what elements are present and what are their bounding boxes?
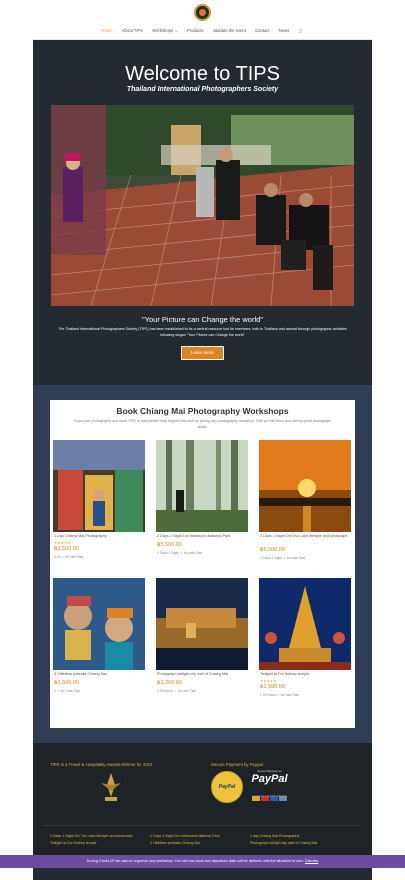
paypal-seal-icon[interactable]: PayPal: [211, 771, 243, 803]
product-name[interactable]: Twilight at Doi Suthep temple: [260, 672, 350, 677]
product-meta: 2 Days 1 Night ✓ for rate Stat: [157, 551, 202, 555]
product-card[interactable]: 3 Hilltribes portraits Chiang Mai ฿1,500…: [53, 578, 145, 704]
hero-section: Welcome to TIPS Thailand International P…: [33, 0, 372, 385]
product-price: ฿1,200.00: [157, 680, 182, 686]
product-meta: 2.00 hours ✓ for rate Stat: [157, 689, 196, 693]
product-card[interactable]: 2 Days 1 Night Doi Tao Lake lifestyle an…: [259, 440, 351, 566]
product-card[interactable]: 1 Day Chiang Mai Photography ★★★★★ ฿2,50…: [53, 440, 145, 566]
footer-links: 2 Days 1 Night Doi Tao Lake lifestyle an…: [50, 833, 360, 846]
workshops-section: Book Chiang Mai Photography Workshops If…: [33, 385, 372, 743]
hero-subtitle: Thailand International Photographers Soc…: [126, 86, 279, 93]
paypal-bottom-text: NO PAYPAL ACCOUNT NEEDED: [252, 796, 287, 798]
product-name[interactable]: 1 Day Chiang Mai Photography: [54, 534, 144, 539]
product-image[interactable]: [259, 578, 351, 670]
footer-divider: [43, 825, 362, 826]
product-image[interactable]: [53, 440, 145, 532]
footer-link[interactable]: Photograph twilight city wall of Chiang …: [250, 840, 350, 847]
learn-more-button[interactable]: Learn More: [181, 346, 224, 360]
product-name[interactable]: 2 Days 1 Night Doi Tao Lake lifestyle an…: [260, 534, 350, 539]
payment-text: Secure Payment by Paypal: [211, 762, 263, 767]
product-card[interactable]: Photograph twilight city wall of Chiang …: [156, 578, 248, 704]
product-rating: ★★★★★: [260, 679, 277, 683]
product-card[interactable]: Twilight at Doi Suthep temple ★★★★★ ฿1,5…: [259, 578, 351, 704]
product-name[interactable]: 3 Hilltribes portraits Chiang Mai: [54, 672, 144, 677]
footer-link[interactable]: Twilight at Doi Suthep temple: [50, 840, 150, 847]
product-name[interactable]: 2 Days 1 Night Doi Inthanond National Pa…: [157, 534, 247, 539]
paypal-badge[interactable]: Secure Payment by PayPal NO PAYPAL ACCOU…: [247, 769, 292, 803]
covid-notice-bar: During Covid-19 we cannot organize any w…: [0, 855, 405, 868]
product-card[interactable]: 2 Days 1 Night Doi Inthanond National Pa…: [156, 440, 248, 566]
paypal-seal-label: PayPal: [218, 784, 236, 790]
site-footer: TIPS is a Travel & Hospitality Awards Wi…: [33, 743, 372, 855]
paypal-logo: PayPal: [251, 773, 288, 785]
award-badge-icon: [95, 771, 127, 803]
product-image[interactable]: [53, 578, 145, 670]
product-meta: 2.00 hours ✓ for rate Stat: [260, 693, 299, 697]
product-name[interactable]: Photograph twilight city wall of Chiang …: [157, 672, 247, 677]
product-price: ฿2,500.00: [54, 546, 79, 552]
page-wrapper: Home About TIPS Workshops ⌄ Products Val…: [33, 0, 372, 880]
workshops-card: Book Chiang Mai Photography Workshops If…: [50, 400, 355, 728]
product-price: ฿5,500.00: [260, 547, 285, 553]
footer-link[interactable]: 3 Hilltribes portraits Chiang Mai: [150, 840, 250, 847]
product-image[interactable]: [156, 578, 248, 670]
dismiss-link[interactable]: Dismiss: [305, 859, 318, 863]
product-price: ฿5,500.00: [157, 542, 182, 548]
hero-quote: "Your Picture can Change the world": [142, 315, 263, 324]
product-meta: 3 ✓ for Care Stat: [54, 689, 80, 693]
product-image[interactable]: [259, 440, 351, 532]
product-meta: 9.00 ✓ for rate Stat: [54, 555, 84, 559]
credit-cards-icon: [252, 788, 288, 801]
workshops-intro: If you love photography and want TIPS to…: [73, 419, 332, 429]
award-text: TIPS is a Travel & Hospitality Awards Wi…: [50, 762, 153, 767]
product-price: ฿1,500.00: [54, 680, 79, 686]
hero-photo: [51, 105, 354, 306]
product-price: ฿1,500.00: [260, 684, 285, 690]
workshops-title: Book Chiang Mai Photography Workshops: [116, 406, 289, 416]
product-image[interactable]: [156, 440, 248, 532]
product-meta: 2 Days 1 Night ✓ for rate Stat: [260, 556, 305, 560]
hero-title: Welcome to TIPS: [125, 63, 280, 85]
hero-description: The Thailand International Photographers…: [58, 327, 347, 337]
product-rating: ★★★★★: [54, 541, 71, 545]
covid-notice-text: During Covid-19 we cannot organize any w…: [86, 859, 304, 863]
photographers-scene-image: [51, 105, 354, 306]
